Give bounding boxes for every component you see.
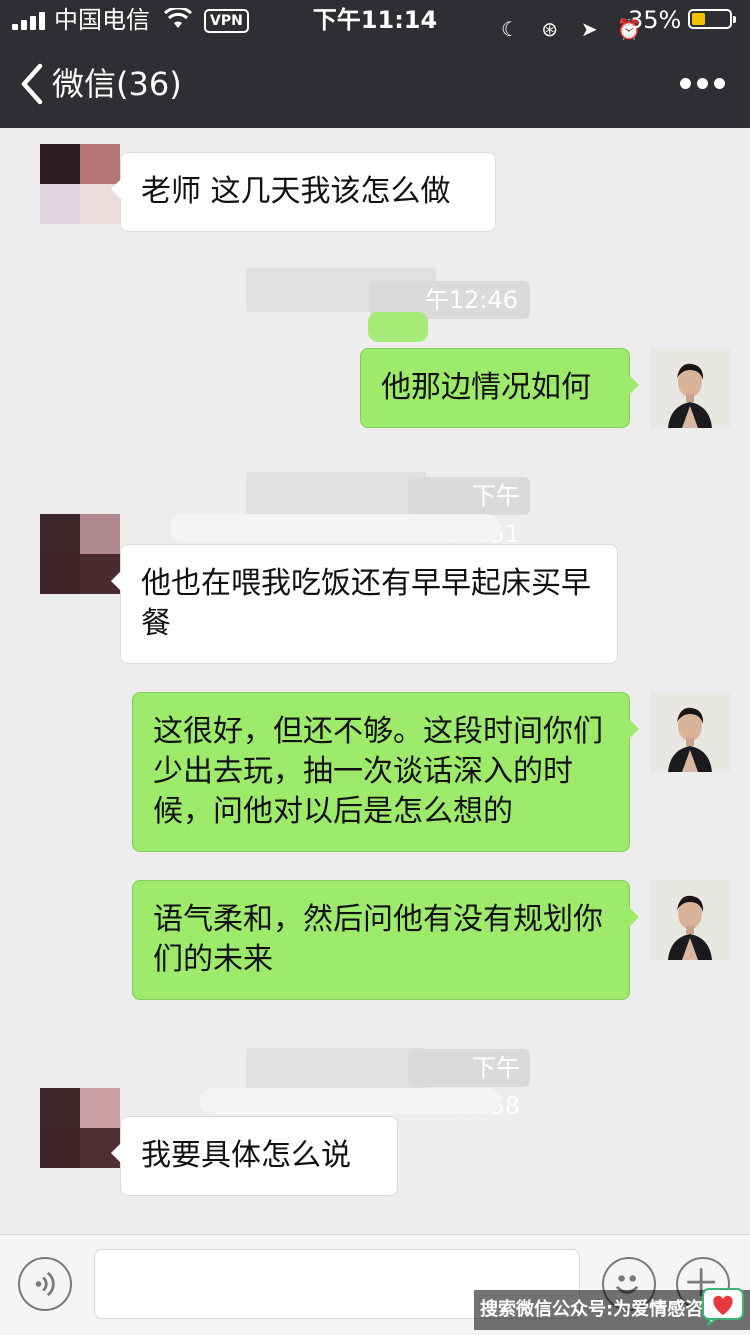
chevron-left-icon — [21, 63, 43, 105]
voice-wave-icon — [35, 1271, 55, 1297]
more-options-button[interactable] — [680, 70, 726, 98]
status-icons: ☾ ⊛ ➤ ⏰ — [498, 8, 649, 41]
heart-chat-icon — [702, 1288, 744, 1326]
back-label: 微信(36) — [52, 65, 182, 103]
message-bubble[interactable]: 他也在喂我吃饭还有早早起床买早餐 — [111, 544, 618, 664]
message-text: 语气柔和，然后问他有没有规划你们的未来 — [153, 902, 603, 977]
battery-icon — [688, 9, 736, 29]
contact-avatar[interactable] — [40, 1088, 120, 1168]
battery-percentage: 35% — [628, 6, 682, 34]
person-portrait-icon — [650, 692, 730, 772]
message-bubble[interactable]: 这很好，但还不够。这段时间你们少出去玩，抽一次谈话深入的时候，问他对以后是怎么想… — [132, 692, 639, 852]
message-bubble[interactable]: 语气柔和，然后问他有没有规划你们的未来 — [132, 880, 639, 1000]
message-text: 老师 这几天我该怎么做 — [141, 174, 451, 209]
contact-avatar[interactable] — [40, 514, 120, 594]
message-text: 他也在喂我吃饭还有早早起床买早餐 — [141, 566, 591, 641]
user-avatar[interactable] — [650, 692, 730, 772]
message-text: 我要具体怎么说 — [141, 1138, 351, 1173]
person-portrait-icon — [650, 880, 730, 960]
user-avatar[interactable] — [650, 348, 730, 428]
status-bar: 中国电信 VPN 下午11:14 ☾ ⊛ ➤ ⏰ 35% — [0, 0, 750, 41]
chat-area[interactable]: 老师 这几天我该怎么做 午12:46 他那边情况如何 下午12:51 他也在 — [0, 128, 750, 1234]
message-text: 他那边情况如何 — [381, 370, 591, 405]
contact-avatar[interactable] — [40, 144, 120, 224]
do-not-disturb-moon-icon: ☾ — [501, 17, 519, 41]
message-timestamp: 下午12:51 — [408, 477, 530, 548]
voice-input-button[interactable] — [18, 1257, 72, 1311]
chat-nav-bar: 微信(36) — [0, 40, 750, 128]
message-timestamp: 下午12:58 — [408, 1049, 530, 1120]
message-bubble[interactable]: 他那边情况如何 — [360, 348, 639, 428]
rotation-lock-icon: ⊛ — [541, 17, 559, 41]
message-bubble[interactable]: 老师 这几天我该怎么做 — [111, 152, 496, 232]
location-arrow-icon: ➤ — [580, 17, 598, 41]
user-avatar[interactable] — [650, 880, 730, 960]
message-bubble[interactable]: 我要具体怎么说 — [111, 1116, 398, 1196]
top-bar: 中国电信 VPN 下午11:14 ☾ ⊛ ➤ ⏰ 35% 微信(36) — [0, 0, 750, 128]
message-text: 这很好，但还不够。这段时间你们少出去玩，抽一次谈话深入的时候，问他对以后是怎么想… — [153, 714, 603, 829]
back-button[interactable]: 微信(36) — [18, 60, 182, 108]
person-portrait-icon — [650, 348, 730, 428]
